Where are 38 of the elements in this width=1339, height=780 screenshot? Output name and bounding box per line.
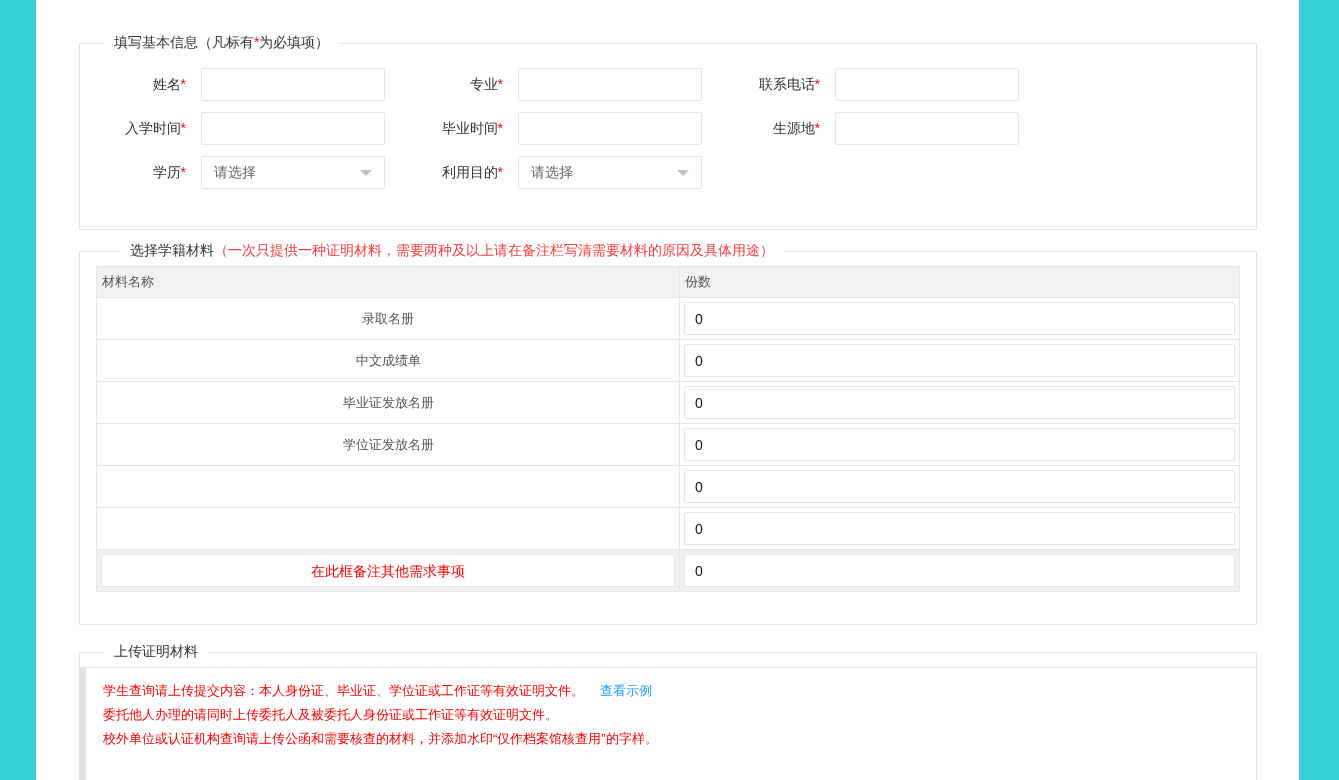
section-legend: 选择学籍材料（一次只提供一种证明材料，需要两种及以上请在备注栏写清需要材料的原因及具体用途） bbox=[120, 242, 784, 260]
notice-text: 学生查询请上传提交内容：本人身份证、毕业证、学位证或工作证等有效证明文件。 bbox=[103, 683, 584, 698]
count-field[interactable]: 0 bbox=[684, 302, 1235, 335]
section-legend: 填写基本信息（凡标有*为必填项） bbox=[104, 34, 340, 52]
count-field[interactable]: 0 bbox=[684, 428, 1235, 461]
remark-field[interactable]: 在此框备注其他需求事项 bbox=[101, 554, 675, 587]
material-name: 毕业证发放名册 bbox=[342, 394, 434, 410]
notice-text: 校外单位或认证机构查询请上传公函和需要核查的材料，并添加水印“仅作档案馆核查用”的字样。 bbox=[103, 731, 658, 746]
select-field[interactable]: 请选择 bbox=[518, 156, 702, 189]
caret-icon bbox=[677, 169, 689, 176]
caret-icon bbox=[360, 169, 372, 176]
field-label: 专业* bbox=[468, 75, 504, 94]
input-field[interactable] bbox=[201, 68, 385, 101]
field-label: 学历* bbox=[151, 163, 187, 182]
input-field[interactable] bbox=[835, 112, 1019, 145]
field-label: 毕业时间* bbox=[440, 119, 504, 138]
field-label: 联系电话* bbox=[757, 75, 821, 94]
field-label: 入学时间* bbox=[123, 119, 187, 138]
material-name: 录取名册 bbox=[362, 310, 414, 326]
count-field[interactable]: 0 bbox=[684, 512, 1235, 545]
column-header: 材料名称 bbox=[102, 274, 154, 289]
select-field[interactable]: 请选择 bbox=[201, 156, 385, 189]
count-field[interactable]: 0 bbox=[684, 344, 1235, 377]
field-label: 利用目的* bbox=[440, 163, 504, 182]
section-legend: 上传证明材料 bbox=[104, 643, 208, 661]
input-field[interactable] bbox=[835, 68, 1019, 101]
input-field[interactable] bbox=[201, 112, 385, 145]
notice-text: 委托他人办理的请同时上传委托人及被委托人身份证或工作证等有效证明文件。 bbox=[103, 707, 558, 722]
count-field[interactable]: 0 bbox=[684, 554, 1235, 587]
count-field[interactable]: 0 bbox=[684, 386, 1235, 419]
count-field[interactable]: 0 bbox=[684, 470, 1235, 503]
field-label: 姓名* bbox=[151, 75, 187, 94]
material-name: 中文成绩单 bbox=[355, 352, 421, 368]
input-field[interactable] bbox=[518, 112, 702, 145]
field-label: 生源地* bbox=[771, 119, 821, 138]
material-name: 学位证发放名册 bbox=[342, 436, 434, 452]
input-field[interactable] bbox=[518, 68, 702, 101]
column-header: 份数 bbox=[685, 274, 711, 289]
